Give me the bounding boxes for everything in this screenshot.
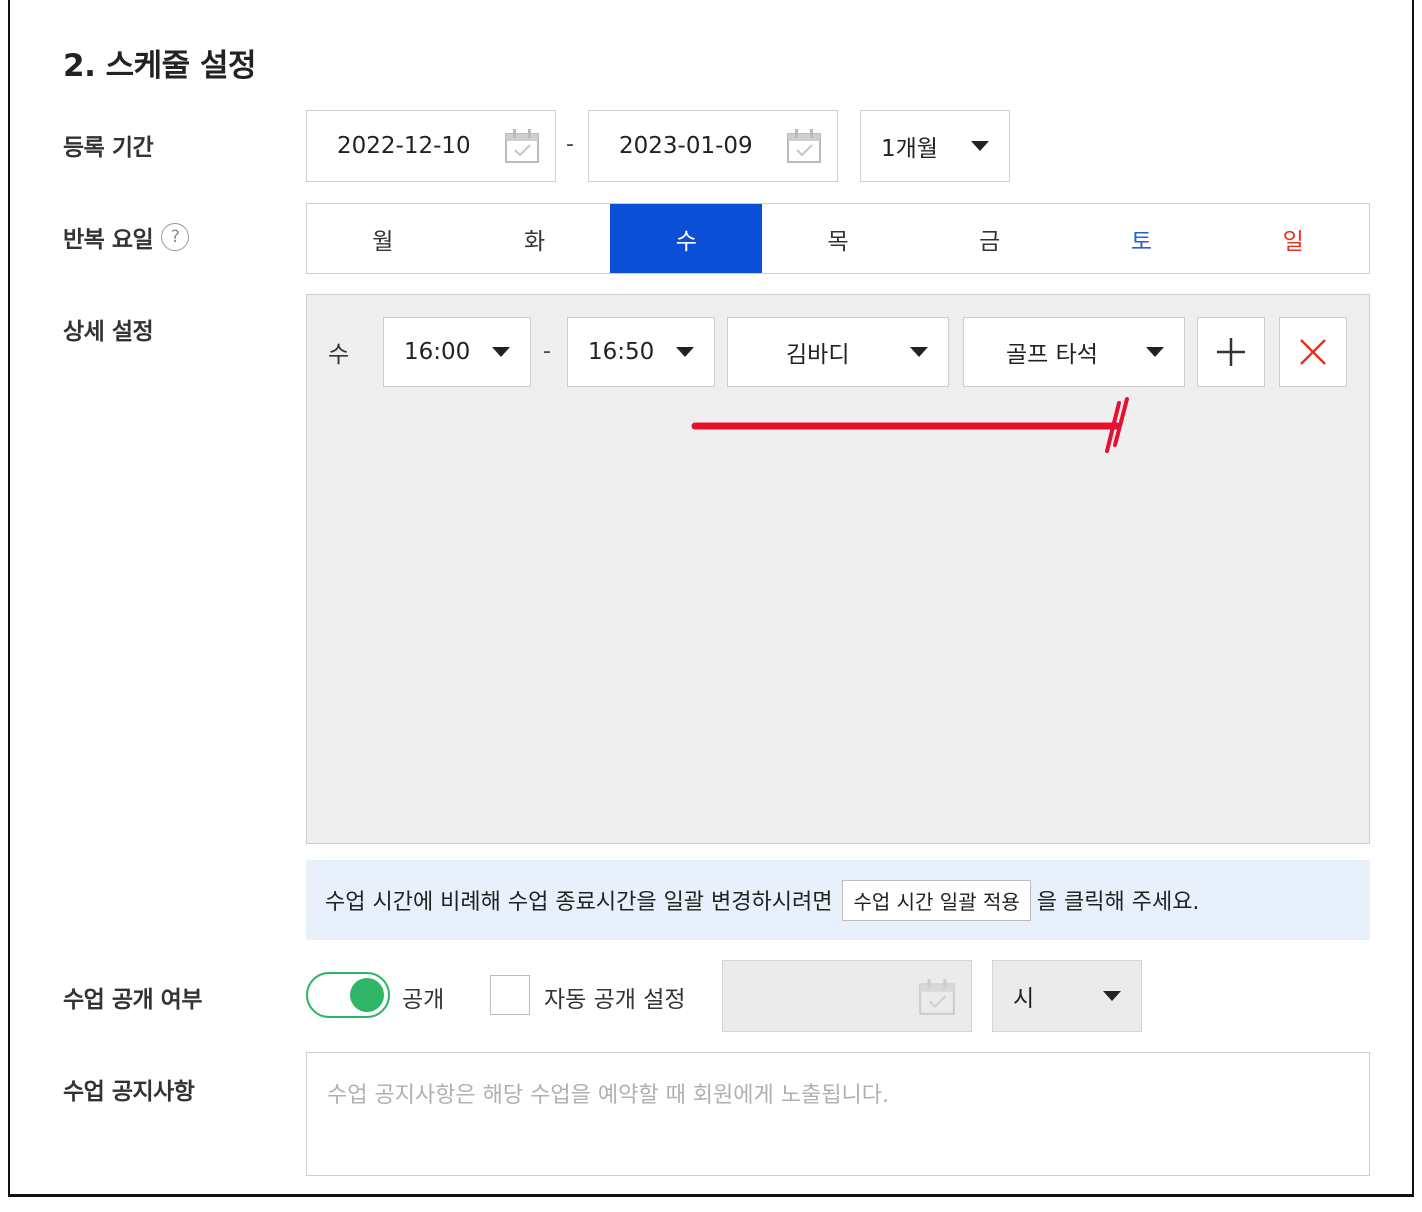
time-separator: - (543, 339, 551, 364)
toggle-knob (350, 978, 384, 1012)
day-fri[interactable]: 금 (914, 204, 1066, 273)
end-time-select[interactable]: 16:50 (567, 317, 715, 387)
duration-select[interactable]: 1개월 (860, 110, 1010, 182)
end-date-input[interactable]: 2023-01-09 (588, 110, 838, 182)
start-time-value: 16:00 (404, 339, 471, 365)
notice-text-before: 수업 시간에 비례해 수업 종료시간을 일괄 변경하시려면 (325, 890, 833, 915)
room-select[interactable]: 골프 타석 (963, 317, 1185, 387)
annotation-underline-mark (691, 397, 1129, 453)
day-sat[interactable]: 토 (1066, 204, 1218, 273)
day-tue[interactable]: 화 (459, 204, 611, 273)
chevron-down-icon (492, 347, 510, 357)
public-label: 수업 공개 여부 (63, 987, 202, 1013)
auto-public-date-input[interactable] (722, 960, 972, 1032)
remove-schedule-button[interactable] (1279, 317, 1347, 387)
auto-public-label: 자동 공개 설정 (544, 987, 686, 1013)
public-toggle-label: 공개 (402, 987, 445, 1013)
duration-value: 1개월 (881, 136, 938, 162)
instructor-value: 김바디 (786, 342, 850, 368)
bulk-apply-time-button[interactable]: 수업 시간 일괄 적용 (842, 879, 1031, 921)
bulk-apply-notice: 수업 시간에 비례해 수업 종료시간을 일괄 변경하시려면 수업 시간 일괄 적… (306, 860, 1370, 940)
notice-label: 수업 공지사항 (63, 1079, 195, 1105)
chevron-down-icon (910, 347, 928, 357)
section-title: 2. 스케줄 설정 (63, 48, 257, 84)
hour-select-value: 시 (1013, 986, 1035, 1012)
day-mon[interactable]: 월 (307, 204, 459, 273)
chevron-down-icon (1146, 347, 1164, 357)
repeat-day-selector: 월 화 수 목 금 토 일 (306, 203, 1370, 274)
repeat-days-label-text: 반복 요일 (63, 227, 154, 253)
plus-icon (1217, 338, 1245, 366)
public-toggle[interactable] (306, 972, 390, 1018)
calendar-icon (919, 979, 955, 1015)
end-date-value: 2023-01-09 (619, 133, 753, 159)
help-icon[interactable]: ? (161, 223, 190, 251)
chevron-down-icon (971, 141, 989, 151)
day-wed[interactable]: 수 (610, 204, 763, 273)
calendar-icon[interactable] (503, 127, 541, 165)
start-time-select[interactable]: 16:00 (383, 317, 531, 387)
chevron-down-icon (1103, 991, 1121, 1001)
detail-day-label: 수 (328, 342, 350, 368)
close-icon (1300, 339, 1326, 365)
add-schedule-button[interactable] (1197, 317, 1265, 387)
notice-text-after: 을 클릭해 주세요. (1036, 890, 1200, 915)
detail-settings-area: 수 16:00 - 16:50 김바디 골프 타석 (306, 294, 1370, 844)
period-label: 등록 기간 (63, 135, 154, 161)
start-date-value: 2022-12-10 (337, 133, 471, 159)
day-sun[interactable]: 일 (1217, 204, 1369, 273)
detail-label: 상세 설정 (63, 319, 154, 345)
schedule-settings-panel: 2. 스케줄 설정 등록 기간 2022-12-10 - 2023-01-09 … (8, 0, 1414, 1197)
chevron-down-icon (676, 347, 694, 357)
instructor-select[interactable]: 김바디 (727, 317, 949, 387)
end-time-value: 16:50 (588, 339, 655, 365)
repeat-days-label: 반복 요일 ? (63, 220, 190, 254)
room-value: 골프 타석 (1006, 342, 1098, 368)
notice-textarea[interactable] (306, 1052, 1370, 1176)
calendar-icon[interactable] (785, 127, 823, 165)
day-thu[interactable]: 목 (762, 204, 914, 273)
start-date-input[interactable]: 2022-12-10 (306, 110, 556, 182)
period-separator: - (566, 132, 574, 157)
auto-public-checkbox[interactable] (490, 975, 530, 1015)
auto-public-hour-select[interactable]: 시 (992, 960, 1142, 1032)
